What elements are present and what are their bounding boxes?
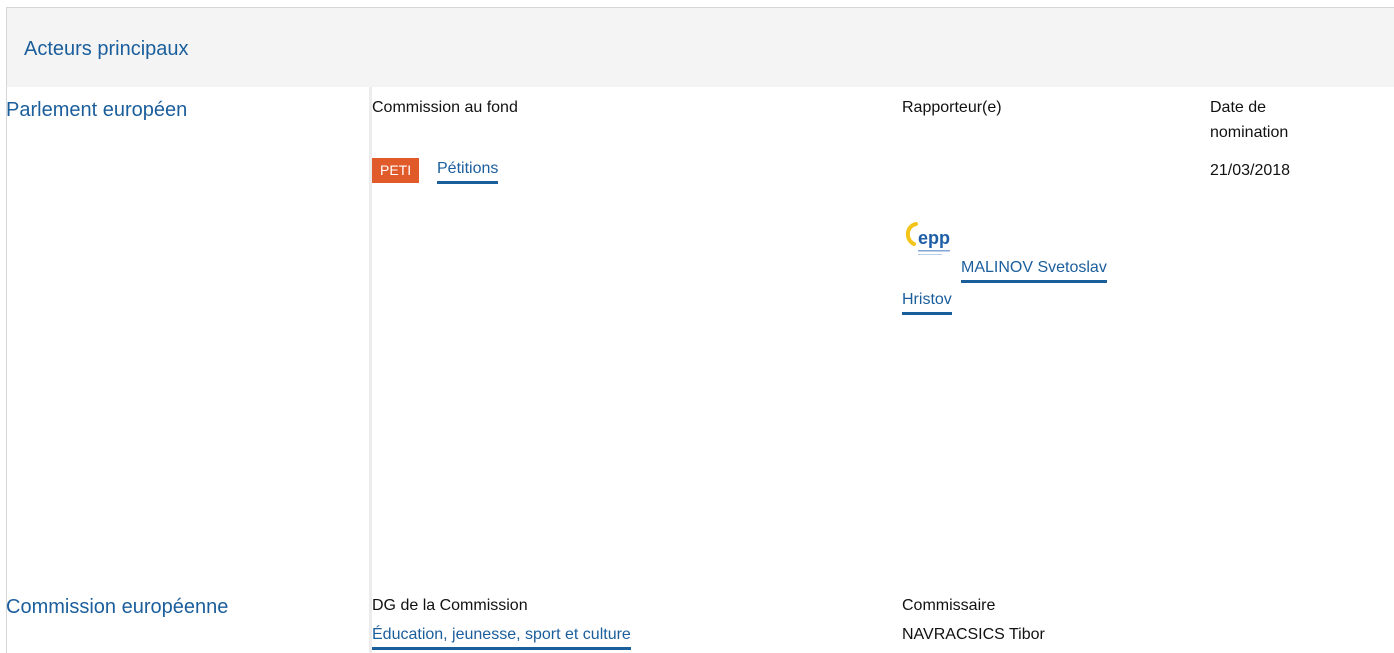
actor-commission-name: Commission européenne xyxy=(6,596,229,618)
actors-column xyxy=(6,87,369,653)
dg-link[interactable]: Éducation, jeunesse, sport et culture xyxy=(372,622,631,650)
section-title: Acteurs principaux xyxy=(24,38,189,60)
committee-header: Commission au fond xyxy=(372,99,518,116)
commissioner-name: NAVRACSICS Tibor xyxy=(902,626,1045,643)
committee-badge: PETI xyxy=(372,158,420,183)
section-header: Acteurs principaux xyxy=(6,7,1394,87)
rapporteur-link-line2[interactable]: Hristov xyxy=(902,287,952,315)
commissioner-header: Commissaire xyxy=(902,597,996,614)
epp-logo-text: epp xyxy=(918,228,950,248)
date-header-line2: nomination xyxy=(1210,124,1289,141)
date-header-line1: Date de xyxy=(1210,99,1267,116)
key-players-panel: Acteurs principaux Parlement européen Co… xyxy=(0,0,1394,653)
rapporteur-link-line1[interactable]: MALINOV Svetoslav xyxy=(961,255,1107,283)
dg-header: DG de la Commission xyxy=(372,597,528,614)
rapporteur-header: Rapporteur(e) xyxy=(902,99,1002,116)
appointment-date: 21/03/2018 xyxy=(1210,162,1291,179)
actor-parliament-name: Parlement européen xyxy=(6,99,188,121)
epp-logo-icon: epp xyxy=(902,212,962,272)
committee-link[interactable]: Pétitions xyxy=(437,156,499,184)
epp-group-logo[interactable]: epp xyxy=(902,212,962,272)
